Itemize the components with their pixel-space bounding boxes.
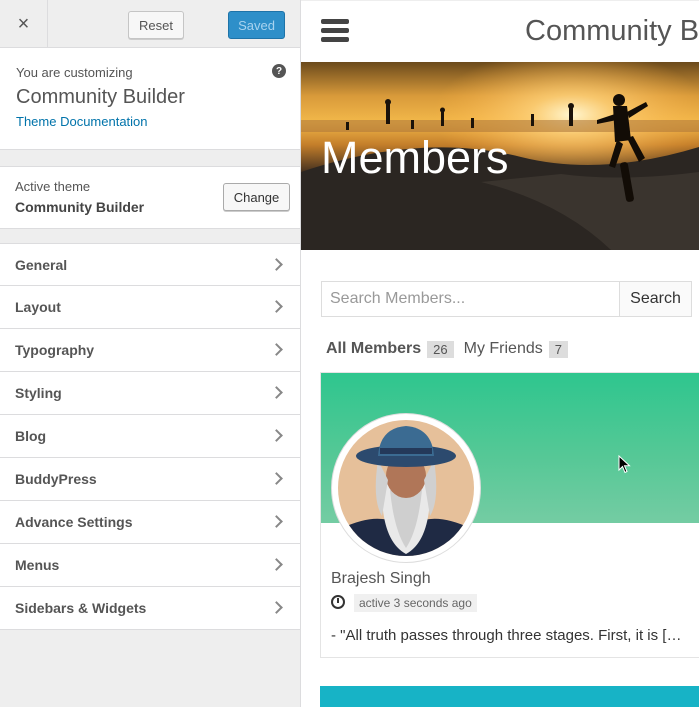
section-sidebars-widgets[interactable]: Sidebars & Widgets [0,587,300,630]
search-button[interactable]: Search [619,281,692,317]
count-badge: 26 [427,340,454,358]
search-members-input[interactable] [321,281,620,317]
section-blog[interactable]: Blog [0,415,300,458]
section-typography[interactable]: Typography [0,329,300,372]
chevron-right-icon [270,386,283,399]
tab-all-members[interactable]: All Members 26 [326,340,454,358]
section-label: Typography [15,342,95,358]
close-icon[interactable]: × [0,0,48,48]
clock-icon [331,595,345,609]
chevron-right-icon [270,472,283,485]
saved-button[interactable]: Saved [228,11,285,39]
section-label: Blog [15,428,47,444]
site-preview: Community Bu Members Search Members... S… [301,0,699,707]
section-layout[interactable]: Layout [0,286,300,329]
theme-documentation-link[interactable]: Theme Documentation [16,114,148,129]
hero-banner: Members [301,62,699,250]
tab-label: All Members [326,340,422,357]
mouse-cursor-icon [618,455,631,474]
member-name-link[interactable]: Brajesh Singh [331,570,431,588]
member-avatar-image [338,420,474,556]
member-tabs: All Members 26 My Friends 7 [326,340,578,358]
section-general[interactable]: General [0,243,300,286]
member-activity-badge: active 3 seconds ago [354,594,477,612]
chevron-right-icon [270,558,283,571]
section-label: Layout [15,299,61,315]
customizer-sidebar: × Reset Saved You are customizing Commun… [0,0,301,707]
avatar[interactable] [331,413,481,563]
reset-button[interactable]: Reset [128,11,184,39]
chevron-right-icon [270,429,283,442]
section-label: Advance Settings [15,514,133,530]
tab-my-friends[interactable]: My Friends 7 [464,340,568,358]
site-title[interactable]: Community Bu [525,15,699,48]
section-label: Sidebars & Widgets [15,600,147,616]
active-theme-panel: Active theme Community Builder Change [0,166,300,229]
section-advance-settings[interactable]: Advance Settings [0,501,300,544]
section-label: Menus [15,557,60,573]
hero-title: Members [321,132,509,183]
site-header: Community Bu [301,0,699,62]
count-badge: 7 [548,340,568,358]
customizing-label: You are customizing [16,65,133,80]
chevron-right-icon [270,601,283,614]
member-latest-update: - "All truth passes through three stages… [331,627,682,644]
help-icon[interactable]: ? [272,64,286,78]
customizing-site-title: Community Builder [16,86,185,108]
section-buddypress[interactable]: BuddyPress [0,458,300,501]
next-member-card [320,686,699,707]
chevron-right-icon [270,258,283,271]
tab-label: My Friends [463,340,543,357]
section-menus[interactable]: Menus [0,544,300,587]
active-theme-label: Active theme [15,179,91,194]
hamburger-menu-icon[interactable] [321,19,349,45]
section-styling[interactable]: Styling [0,372,300,415]
section-label: BuddyPress [15,471,97,487]
change-theme-button[interactable]: Change [223,183,290,211]
chevron-right-icon [270,515,283,528]
customizer-sections: General Layout Typography Styling Blog B… [0,243,300,630]
chevron-right-icon [270,343,283,356]
chevron-right-icon [270,300,283,313]
customizer-header: × Reset Saved [0,0,300,48]
active-theme-name: Community Builder [15,199,145,215]
section-label: General [15,257,68,273]
section-label: Styling [15,385,62,401]
customizer-info-panel: You are customizing Community Builder Th… [0,48,300,150]
member-card: Brajesh Singh active 3 seconds ago - "Al… [320,372,699,658]
